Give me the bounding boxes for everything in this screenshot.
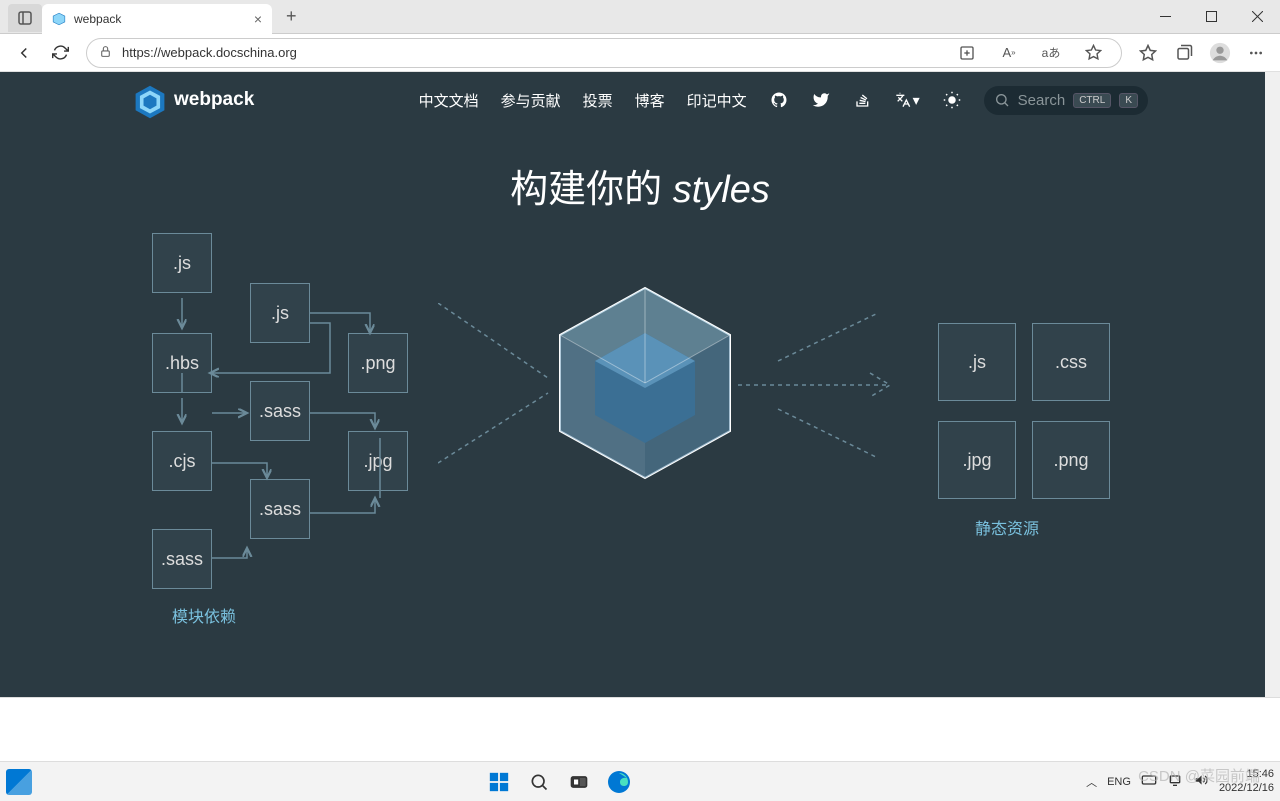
logo-text: webpack <box>174 89 254 111</box>
browser-titlebar: webpack × + <box>0 0 1280 34</box>
maximize-button[interactable] <box>1188 0 1234 34</box>
diagram: .js .js .png .hbs .sass .cjs .jpg .sass … <box>0 223 1280 683</box>
nav-contribute[interactable]: 参与贡献 <box>501 90 561 111</box>
edge-icon[interactable] <box>603 766 635 798</box>
address-bar[interactable]: https://webpack.docschina.org A» aあ <box>86 38 1122 68</box>
url-text: https://webpack.docschina.org <box>122 45 941 60</box>
tray-date[interactable]: 2022/12/16 <box>1219 782 1274 795</box>
tray-volume-icon[interactable] <box>1193 773 1209 790</box>
tab-favicon-icon <box>52 12 66 26</box>
close-icon[interactable]: × <box>254 11 262 27</box>
twitter-icon[interactable] <box>811 90 831 110</box>
text-size-icon[interactable]: A» <box>993 37 1025 69</box>
lock-icon <box>99 45 112 61</box>
search-icon <box>994 92 1010 108</box>
favorite-icon[interactable] <box>1077 37 1109 69</box>
output-js: .js <box>938 323 1016 401</box>
tray-network-icon[interactable] <box>1167 773 1183 790</box>
browser-toolbar: https://webpack.docschina.org A» aあ <box>0 34 1280 72</box>
output-jpg: .jpg <box>938 421 1016 499</box>
nav-vote[interactable]: 投票 <box>583 90 613 111</box>
search-label: Search <box>1018 92 1066 109</box>
language-selector[interactable]: ▾ <box>895 92 920 109</box>
hero-prefix: 构建你的 <box>510 169 673 211</box>
nav-links: 中文文档 参与贡献 投票 博客 印记中文 ▾ Search CTRL K <box>419 86 1148 115</box>
site-header: webpack 中文文档 参与贡献 投票 博客 印记中文 ▾ Search CT… <box>0 72 1280 128</box>
start-icon[interactable] <box>483 766 515 798</box>
theme-toggle-icon[interactable] <box>942 90 962 110</box>
nav-blog[interactable]: 博客 <box>635 90 665 111</box>
blank-area <box>0 697 1280 761</box>
tab-title: webpack <box>74 12 246 26</box>
search-box[interactable]: Search CTRL K <box>984 86 1148 115</box>
nav-docs[interactable]: 中文文档 <box>419 90 479 111</box>
tray-lang[interactable]: ENG <box>1107 776 1131 788</box>
hero-accent: styles <box>673 169 770 211</box>
browser-tab[interactable]: webpack × <box>42 4 272 34</box>
search-task-icon[interactable] <box>523 766 555 798</box>
github-icon[interactable] <box>769 90 789 110</box>
app-install-icon[interactable] <box>951 37 983 69</box>
tab-actions-icon[interactable] <box>8 4 42 32</box>
nav-yinji[interactable]: 印记中文 <box>687 90 747 111</box>
favorites-bar-icon[interactable] <box>1132 37 1164 69</box>
stackoverflow-icon[interactable] <box>853 90 873 110</box>
new-tab-button[interactable]: + <box>278 6 305 27</box>
kbd-k: K <box>1119 93 1138 108</box>
caption-assets: 静态资源 <box>975 515 1039 539</box>
taskbar: ︿ ENG 15:46 2022/12/16 <box>0 761 1280 801</box>
page-content: webpack 中文文档 参与贡献 投票 博客 印记中文 ▾ Search CT… <box>0 72 1280 697</box>
tray-input-icon[interactable] <box>1141 773 1157 790</box>
close-window-button[interactable] <box>1234 0 1280 34</box>
kbd-ctrl: CTRL <box>1073 93 1111 108</box>
window-controls <box>1142 0 1280 34</box>
dependency-arrows <box>150 228 420 598</box>
translate-icon[interactable]: aあ <box>1035 37 1067 69</box>
taskview-icon[interactable] <box>563 766 595 798</box>
profile-icon[interactable] <box>1204 37 1236 69</box>
tray-chevron-icon[interactable]: ︿ <box>1086 774 1097 790</box>
webpack-logo[interactable]: webpack <box>132 84 254 116</box>
hero-title: 构建你的 styles <box>0 158 1280 213</box>
widgets-icon[interactable] <box>6 769 32 795</box>
output-png: .png <box>1032 421 1110 499</box>
refresh-button[interactable] <box>44 37 76 69</box>
caption-modules: 模块依赖 <box>172 603 236 627</box>
back-button[interactable] <box>8 37 40 69</box>
tray-time[interactable]: 15:46 <box>1219 768 1274 781</box>
collections-icon[interactable] <box>1168 37 1200 69</box>
output-css: .css <box>1032 323 1110 401</box>
menu-icon[interactable] <box>1240 37 1272 69</box>
logo-cube-icon <box>132 84 164 116</box>
flow-arrows <box>438 303 898 483</box>
minimize-button[interactable] <box>1142 0 1188 34</box>
